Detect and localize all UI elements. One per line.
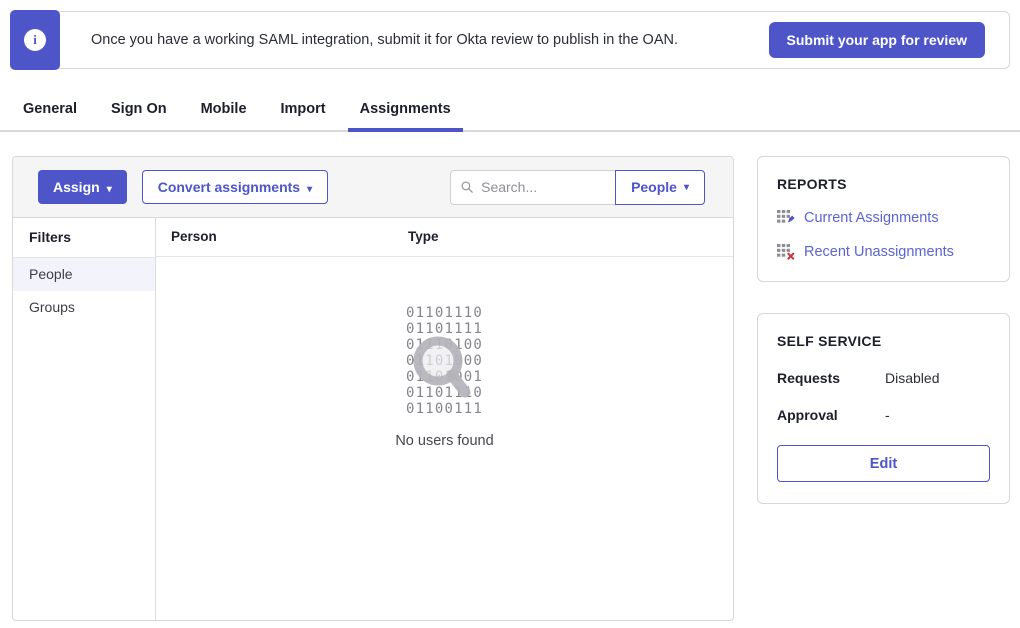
binary-art-line: 01100111 [156,401,733,417]
empty-state: 01101110 01101111 01110100 01101000 0110… [156,257,733,449]
submit-app-review-button[interactable]: Submit your app for review [769,22,985,58]
tab-mobile[interactable]: Mobile [184,92,264,130]
side-column: REPORTS Current Assignments [757,156,1010,504]
binary-art-line: 01110100 [156,337,733,353]
edit-self-service-button[interactable]: Edit [777,445,990,482]
assign-button[interactable]: Assign ▾ [38,170,127,204]
tab-sign-on[interactable]: Sign On [94,92,184,130]
requests-label: Requests [777,370,885,386]
assignments-table: Person Type 01101110 01101111 01110100 0… [156,218,733,620]
binary-art-line: 01101111 [156,321,733,337]
table-edit-icon [777,209,795,226]
chevron-down-icon: ▾ [107,184,112,195]
search-box [450,170,616,205]
binary-art-line: 01101110 [156,305,733,321]
empty-state-message: No users found [156,433,733,449]
info-banner: i Once you have a working SAML integrati… [10,10,1010,70]
recent-unassignments-link[interactable]: Recent Unassignments [777,243,990,260]
assign-button-label: Assign [53,179,100,195]
approval-value: - [885,407,890,423]
search-input[interactable] [481,179,605,195]
info-icon-block: i [10,10,60,70]
tab-general[interactable]: General [6,92,94,130]
table-remove-icon [777,243,795,260]
assignments-body: Filters People Groups Person Type 011011… [13,218,733,620]
self-service-panel: SELF SERVICE Requests Disabled Approval … [757,313,1010,504]
requests-value: Disabled [885,370,939,386]
chevron-down-icon: ▾ [684,182,689,193]
tab-assignments[interactable]: Assignments [343,92,468,130]
reports-panel: REPORTS Current Assignments [757,156,1010,282]
self-service-title: SELF SERVICE [777,333,990,349]
tab-import[interactable]: Import [264,92,343,130]
filter-item-groups[interactable]: Groups [13,291,155,324]
table-header-row: Person Type [156,218,733,257]
filter-item-people[interactable]: People [13,258,155,291]
column-header-person: Person [156,229,408,244]
assignments-panel: Assign ▾ Convert assignments ▾ People ▾ [12,156,734,621]
binary-art-line: 01101001 [156,369,733,385]
filters-sidebar: Filters People Groups [13,218,156,620]
chevron-down-icon: ▾ [307,184,312,195]
info-icon: i [24,29,46,51]
search-group: People ▾ [450,170,705,205]
recent-unassignments-label: Recent Unassignments [804,244,954,260]
banner-message: Once you have a working SAML integration… [91,32,769,48]
binary-art-line: 01101110 [156,385,733,401]
convert-assignments-button[interactable]: Convert assignments ▾ [142,170,328,204]
search-icon [461,180,473,194]
self-service-row: Requests Disabled [777,370,990,386]
reports-title: REPORTS [777,176,990,192]
content-area: Assign ▾ Convert assignments ▾ People ▾ [12,156,1010,621]
binary-art-line: 01101000 [156,353,733,369]
current-assignments-label: Current Assignments [804,210,939,226]
assignments-toolbar: Assign ▾ Convert assignments ▾ People ▾ [13,157,733,218]
approval-label: Approval [777,407,885,423]
banner-box: Once you have a working SAML integration… [54,11,1010,69]
filters-title: Filters [13,218,155,258]
self-service-row: Approval - [777,407,990,423]
column-header-type: Type [408,229,439,244]
current-assignments-link[interactable]: Current Assignments [777,209,990,226]
scope-label: People [631,179,677,195]
app-tabs: General Sign On Mobile Import Assignment… [0,92,1020,132]
convert-button-label: Convert assignments [158,179,300,195]
search-scope-dropdown[interactable]: People ▾ [615,170,705,205]
